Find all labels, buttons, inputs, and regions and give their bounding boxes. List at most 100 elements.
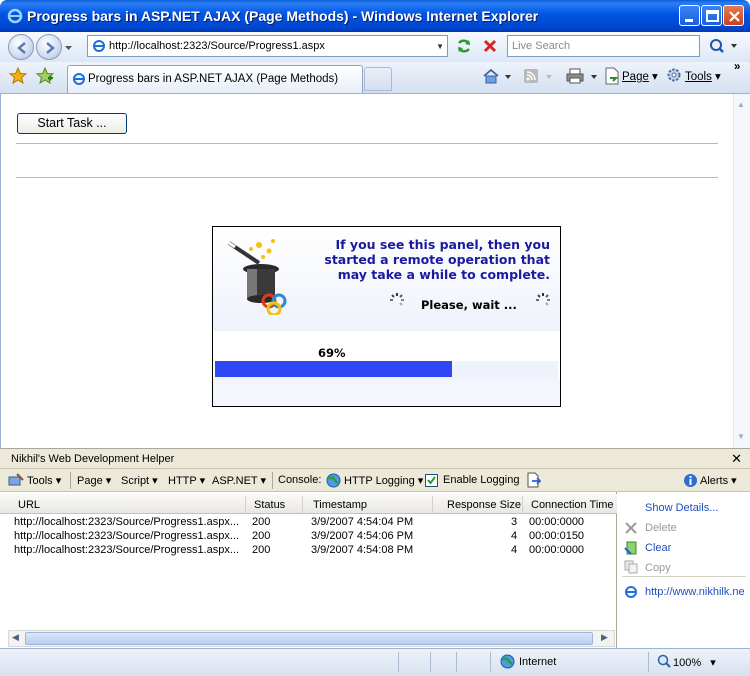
row-time: 00:00:0000 xyxy=(529,516,585,528)
maximize-button[interactable] xyxy=(701,5,722,26)
forward-button[interactable] xyxy=(36,34,62,60)
favorites-star-icon[interactable] xyxy=(9,67,27,85)
back-button[interactable] xyxy=(8,34,34,60)
helper-title-bar: Nikhil's Web Development Helper ✕ xyxy=(0,448,750,469)
security-zone-label: Internet xyxy=(519,656,557,668)
helper-tools-label: Tools xyxy=(27,475,53,487)
tab-label: Progress bars in ASP.NET AJAX (Page Meth… xyxy=(88,73,339,85)
row-url[interactable]: http://localhost:2323/Source/Progress1.a… xyxy=(14,544,239,556)
page-menu-label: Page xyxy=(622,71,649,83)
log-export-icon[interactable] xyxy=(526,472,541,488)
panel-footer xyxy=(213,379,560,406)
helper-tools-menu[interactable]: Tools ▾ xyxy=(27,474,61,487)
column-header-connection-time[interactable]: Connection Time xyxy=(531,499,614,511)
copy-icon xyxy=(624,560,638,574)
back-arrow-icon xyxy=(17,42,26,54)
tab-page-icon xyxy=(73,73,85,85)
internet-zone-icon xyxy=(500,654,515,669)
tools-menu[interactable]: Tools ▾ xyxy=(685,69,721,83)
status-separator xyxy=(648,652,649,672)
address-dropdown-icon[interactable]: ▼ xyxy=(436,42,444,51)
maximize-icon xyxy=(706,10,719,22)
alerts-menu[interactable]: Alerts ▾ xyxy=(700,474,737,487)
nikhilk-link[interactable]: http://www.nikhilk.ne xyxy=(645,586,745,598)
grid-horizontal-scrollbar[interactable]: ◀ ▶ xyxy=(8,630,615,647)
minimize-button[interactable] xyxy=(679,5,700,26)
zoom-icon xyxy=(657,654,671,668)
column-separator[interactable] xyxy=(432,496,433,513)
column-header-status[interactable]: Status xyxy=(254,499,285,511)
helper-script-menu[interactable]: Script ▾ xyxy=(121,474,158,487)
row-url[interactable]: http://localhost:2323/Source/Progress1.a… xyxy=(14,516,239,528)
side-divider xyxy=(622,576,746,577)
enable-logging-checkbox[interactable] xyxy=(425,474,438,487)
column-separator[interactable] xyxy=(302,496,303,513)
column-header-url[interactable]: URL xyxy=(18,499,40,511)
home-dropdown-icon[interactable] xyxy=(505,74,512,80)
stop-icon[interactable] xyxy=(480,36,500,56)
page-menu[interactable]: Page ▾ xyxy=(622,69,658,83)
scroll-up-arrow-icon[interactable]: ▲ xyxy=(737,100,745,109)
zoom-value: 100% xyxy=(673,657,702,669)
helper-script-label: Script xyxy=(121,475,150,487)
page-menu-icon xyxy=(605,67,619,85)
address-bar[interactable]: http://localhost:2323/Source/Progress1.a… xyxy=(87,35,448,57)
page-vertical-scrollbar[interactable]: ▲ ▼ xyxy=(733,94,750,448)
row-time: 00:00:0150 xyxy=(529,530,585,542)
home-icon[interactable] xyxy=(482,68,500,84)
forward-arrow-icon xyxy=(46,42,55,54)
print-icon[interactable] xyxy=(565,67,585,85)
row-timestamp: 3/9/2007 4:54:06 PM xyxy=(311,530,414,542)
scroll-right-arrow-icon[interactable]: ▶ xyxy=(601,632,608,643)
show-details-link[interactable]: Show Details... xyxy=(645,502,718,514)
start-task-button[interactable]: Start Task ... xyxy=(17,113,127,134)
print-dropdown-icon[interactable] xyxy=(591,74,598,80)
copy-action[interactable]: Copy xyxy=(645,562,671,574)
scroll-down-arrow-icon[interactable]: ▼ xyxy=(737,432,745,441)
zoom-level[interactable]: 100% ▾ xyxy=(673,656,716,669)
recent-pages-dropdown-icon[interactable] xyxy=(65,44,73,52)
helper-title: Nikhil's Web Development Helper xyxy=(11,453,175,465)
status-separator xyxy=(490,652,491,672)
helper-page-label: Page xyxy=(77,475,103,487)
progress-percent-label: 69% xyxy=(318,346,346,360)
add-favorite-icon[interactable] xyxy=(36,67,54,85)
scroll-left-arrow-icon[interactable]: ◀ xyxy=(12,632,19,643)
alerts-label: Alerts xyxy=(700,475,729,487)
helper-aspnet-menu[interactable]: ASP.NET ▾ xyxy=(212,474,266,487)
feeds-icon[interactable] xyxy=(523,68,539,84)
tab-progress-bars[interactable]: Progress bars in ASP.NET AJAX (Page Meth… xyxy=(67,65,363,93)
helper-close-icon[interactable]: ✕ xyxy=(731,451,742,467)
refresh-icon[interactable] xyxy=(454,36,474,56)
search-button[interactable] xyxy=(704,35,740,57)
wait-text: Please, wait ... xyxy=(421,298,517,312)
tools-menu-label: Tools xyxy=(685,71,712,83)
row-timestamp: 3/9/2007 4:54:08 PM xyxy=(311,544,414,556)
window-title: Progress bars in ASP.NET AJAX (Page Meth… xyxy=(27,8,539,24)
search-input[interactable]: Live Search xyxy=(507,35,700,57)
clear-action[interactable]: Clear xyxy=(645,542,671,554)
helper-aspnet-label: ASP.NET xyxy=(212,475,258,487)
scrollbar-thumb[interactable] xyxy=(25,632,593,645)
column-header-response-size[interactable]: Response Size xyxy=(447,499,521,511)
row-status: 200 xyxy=(252,516,271,528)
toolbar-separator xyxy=(70,472,71,489)
helper-page-menu[interactable]: Page ▾ xyxy=(77,474,111,487)
row-size: 4 xyxy=(511,530,518,542)
http-logging-menu[interactable]: HTTP Logging ▾ xyxy=(344,474,423,487)
close-icon xyxy=(729,11,740,22)
more-commands-chevron[interactable]: » xyxy=(734,61,740,73)
helper-http-menu[interactable]: HTTP ▾ xyxy=(168,474,205,487)
spinner-icon xyxy=(536,293,550,306)
column-separator[interactable] xyxy=(522,496,523,513)
new-tab-button[interactable] xyxy=(364,67,392,91)
ie-logo-icon xyxy=(7,8,23,24)
http-logging-label: HTTP Logging xyxy=(344,475,415,487)
close-button[interactable] xyxy=(723,5,744,26)
column-separator[interactable] xyxy=(245,496,246,513)
column-header-timestamp[interactable]: Timestamp xyxy=(313,499,367,511)
progress-panel: If you see this panel, then you started … xyxy=(212,226,561,407)
tools-gear-icon xyxy=(667,68,681,82)
delete-action[interactable]: Delete xyxy=(645,522,677,534)
row-url[interactable]: http://localhost:2323/Source/Progress1.a… xyxy=(14,530,239,542)
